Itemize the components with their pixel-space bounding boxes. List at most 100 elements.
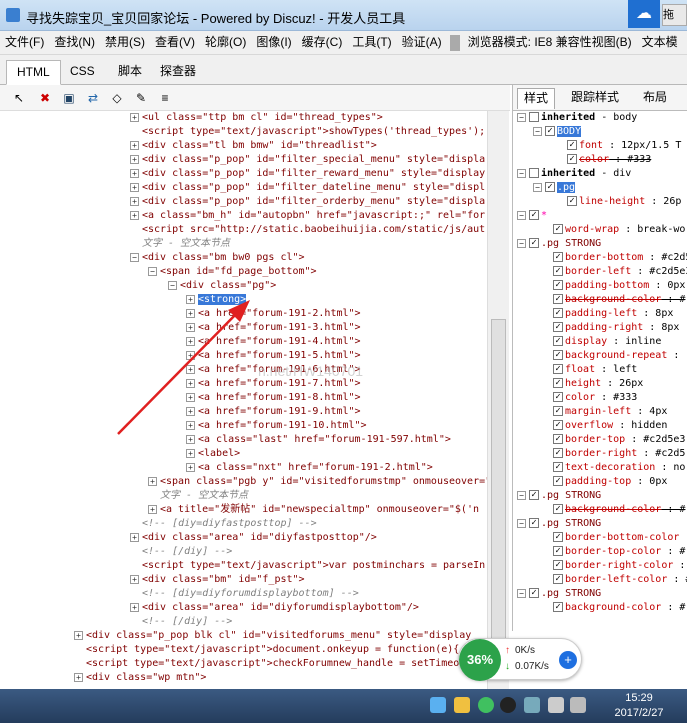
collapse-icon[interactable]: − <box>517 238 526 248</box>
style-checkbox[interactable]: ✓ <box>553 574 563 584</box>
collapse-icon[interactable]: − <box>533 182 542 192</box>
tab-styles[interactable]: 样式 <box>517 88 556 109</box>
style-property[interactable]: background-color <box>565 504 661 515</box>
style-checkbox[interactable]: ✓ <box>553 476 563 486</box>
style-property[interactable]: border-left <box>565 266 631 277</box>
style-property[interactable]: padding-left <box>565 308 637 319</box>
style-checkbox[interactable]: ✓ <box>553 350 563 360</box>
qq-icon[interactable] <box>500 697 516 713</box>
tree-node[interactable]: + <a href="forum-191-10.html"> <box>186 419 367 433</box>
expand-icon[interactable]: + <box>130 112 139 122</box>
style-property[interactable]: margin-left <box>565 406 631 417</box>
style-property[interactable]: border-right-color <box>565 560 673 571</box>
style-checkbox[interactable]: ✓ <box>553 504 563 514</box>
style-value[interactable]: : #333 <box>595 392 637 403</box>
boost-plus-icon[interactable]: + <box>559 651 577 669</box>
menu-item[interactable]: 浏览器模式: IE8 兼容性视图(B) <box>463 31 637 53</box>
tree-node[interactable]: + <div class="tl bm bmw" id="threadlist"> <box>130 139 377 153</box>
volume-icon[interactable] <box>570 697 586 713</box>
style-value[interactable]: : 8px <box>643 322 679 333</box>
style-property[interactable]: color <box>565 392 595 403</box>
expand-icon[interactable]: + <box>130 210 139 220</box>
style-checkbox[interactable] <box>529 168 539 178</box>
collapse-icon[interactable]: − <box>517 490 526 500</box>
style-value[interactable]: BODY <box>557 126 582 137</box>
tree-node[interactable]: + <div class="p_pop" id="filter_reward_me… <box>130 167 485 181</box>
style-property[interactable]: background-color <box>565 602 661 613</box>
style-value[interactable]: : # <box>661 504 685 515</box>
tree-node[interactable]: + <a href="forum-191-8.html"> <box>186 391 361 405</box>
style-property[interactable]: text-decoration <box>565 462 655 473</box>
expand-icon[interactable]: + <box>186 378 195 388</box>
expand-icon[interactable]: + <box>186 448 195 458</box>
menu-item[interactable]: 图像(I) <box>251 31 296 53</box>
menu-item[interactable]: 查找(N) <box>49 31 100 53</box>
style-property[interactable]: border-top <box>565 434 625 445</box>
expand-icon[interactable]: + <box>186 322 195 332</box>
tree-node[interactable]: + <a href="forum-191-2.html"> <box>186 307 361 321</box>
collapse-icon[interactable]: − <box>168 280 177 290</box>
tree-node[interactable]: <!-- [diy=diyfastposttop] --> <box>130 517 317 531</box>
expand-icon[interactable]: + <box>186 336 195 346</box>
collapse-icon[interactable]: − <box>130 252 139 262</box>
expand-icon[interactable]: + <box>186 350 195 360</box>
style-value[interactable]: * <box>541 210 547 221</box>
scrollbar-thumb[interactable] <box>491 319 506 659</box>
tab-css[interactable]: CSS <box>60 60 105 85</box>
style-value[interactable]: .pg STRONG <box>541 518 601 529</box>
refresh-icon[interactable]: ⇄ <box>84 89 102 107</box>
tree-node[interactable]: + <span class="pgb y" id="visitedforumstm… <box>148 475 487 489</box>
tree-node[interactable]: + <a href="forum-191-5.html"> <box>186 349 361 363</box>
style-property[interactable]: border-left-color <box>565 574 667 585</box>
tab-layout[interactable]: 布局 <box>637 88 673 109</box>
style-property[interactable]: font <box>579 140 603 151</box>
expand-icon[interactable]: + <box>130 574 139 584</box>
tree-node[interactable]: <!-- [/diy] --> <box>130 615 232 629</box>
word-wrap-icon[interactable]: ≡ <box>156 89 174 107</box>
collapse-icon[interactable]: − <box>517 210 526 220</box>
tree-node[interactable]: + <a href="forum-191-4.html"> <box>186 335 361 349</box>
tree-node[interactable]: + <div class="p_pop blk cl" id="visitedfo… <box>74 629 471 643</box>
dom-icon[interactable]: ◇ <box>108 89 126 107</box>
style-value[interactable]: : 12px/1.5 T <box>603 140 681 151</box>
menu-item[interactable]: 文本模 <box>637 31 683 53</box>
tree-node[interactable]: + <div class="wp mtn"> <box>74 671 206 685</box>
style-value[interactable]: : # <box>661 546 685 557</box>
tree-node[interactable]: + <a href="forum-191-7.html"> <box>186 377 361 391</box>
style-checkbox[interactable]: ✓ <box>529 518 539 528</box>
collapse-icon[interactable]: − <box>533 126 542 136</box>
style-value[interactable]: : # <box>667 574 687 585</box>
style-value[interactable]: : break-wo <box>619 224 685 235</box>
tree-node[interactable]: − <div class="pg"> <box>168 279 276 293</box>
expand-icon[interactable]: + <box>186 364 195 374</box>
select-element-icon[interactable]: ↖ <box>10 89 28 107</box>
style-checkbox[interactable]: ✓ <box>553 266 563 276</box>
expand-icon[interactable]: + <box>130 168 139 178</box>
expand-icon[interactable]: + <box>148 476 157 486</box>
style-checkbox[interactable]: ✓ <box>553 308 563 318</box>
style-value[interactable]: : left <box>595 364 637 375</box>
style-value[interactable]: : 8px <box>637 308 673 319</box>
tree-node[interactable]: − <span id="fd_page_bottom"> <box>148 265 317 279</box>
tree-node[interactable]: + <a class="bm_h" id="autopbn" href="java… <box>130 209 485 223</box>
tree-node[interactable]: + <label> <box>186 447 240 461</box>
style-value[interactable]: .pg STRONG <box>541 588 601 599</box>
tree-node[interactable]: <!-- [/diy] --> <box>130 545 232 559</box>
style-value[interactable]: .pg STRONG <box>541 238 601 249</box>
tree-node[interactable]: + <div class="area" id="diyfastposttop"/> <box>130 531 377 545</box>
style-checkbox[interactable]: ✓ <box>529 210 539 220</box>
style-property[interactable]: display <box>565 336 607 347</box>
tray-icon-5[interactable] <box>524 697 540 713</box>
expand-icon[interactable]: + <box>186 308 195 318</box>
style-property[interactable]: line-height <box>579 196 645 207</box>
style-property[interactable]: background-color <box>565 294 661 305</box>
style-property[interactable]: border-top-color <box>565 546 661 557</box>
collapse-icon[interactable]: − <box>517 168 526 178</box>
edit-icon[interactable]: ✎ <box>132 89 150 107</box>
expand-icon[interactable]: + <box>130 532 139 542</box>
style-checkbox[interactable]: ✓ <box>553 364 563 374</box>
style-value[interactable]: : <box>667 350 679 361</box>
tray-icon-1[interactable] <box>430 697 446 713</box>
tree-node[interactable]: + <strong> <box>186 293 247 307</box>
style-property[interactable]: border-bottom <box>565 252 643 263</box>
